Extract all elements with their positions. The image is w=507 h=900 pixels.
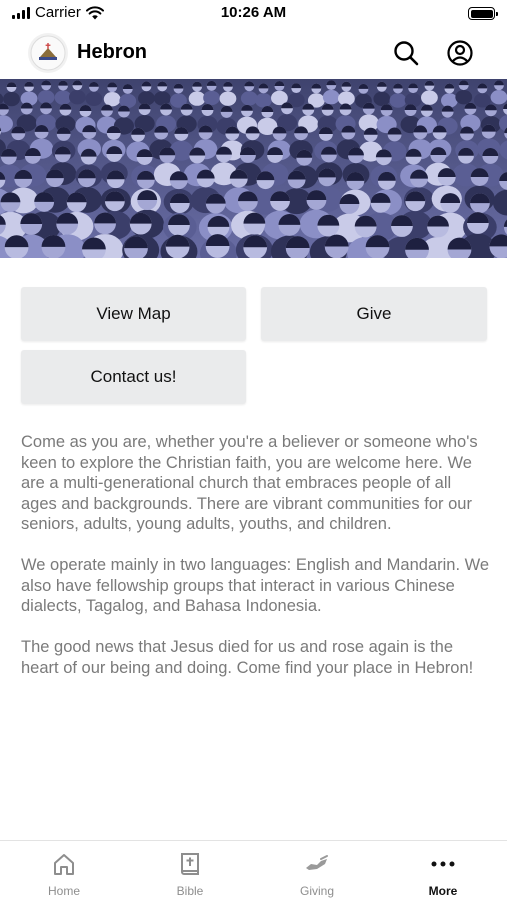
tab-bar: Home Bible Giving More: [0, 840, 507, 900]
giving-icon: [303, 851, 331, 877]
give-button[interactable]: Give: [261, 287, 487, 341]
status-bar: Carrier 10:26 AM: [0, 0, 507, 28]
contact-us-button[interactable]: Contact us!: [21, 350, 246, 404]
more-icon: [429, 851, 457, 877]
search-icon[interactable]: [392, 39, 420, 67]
view-map-button[interactable]: View Map: [21, 287, 246, 341]
about-paragraph-2: We operate mainly in two languages: Engl…: [21, 556, 490, 615]
battery-icon: [468, 7, 498, 20]
tab-giving-label: Giving: [299, 884, 334, 898]
tab-bible-label: Bible: [176, 884, 204, 898]
about-paragraph-1: Come as you are, whether you're a believ…: [21, 433, 478, 533]
status-time: 10:26 AM: [220, 4, 287, 21]
tab-home-label: Home: [47, 884, 80, 898]
app-title: Hebron: [77, 41, 147, 63]
tab-home[interactable]: Home: [1, 841, 127, 900]
tab-more[interactable]: More: [380, 841, 506, 900]
crowd-photo-icon: [0, 79, 507, 258]
app-header: Hebron: [0, 30, 507, 76]
account-icon[interactable]: [446, 39, 474, 67]
tab-bible[interactable]: Bible: [127, 841, 253, 900]
tab-giving[interactable]: Giving: [254, 841, 380, 900]
tab-more-label: More: [428, 884, 458, 898]
church-logo-icon[interactable]: [28, 33, 68, 73]
hero-crowd-image: [0, 79, 507, 258]
about-paragraph-3: The good news that Jesus died for us and…: [21, 638, 474, 677]
about-text: Come as you are, whether you're a believ…: [21, 432, 491, 699]
home-icon: [50, 851, 78, 877]
bible-icon: [176, 851, 204, 877]
